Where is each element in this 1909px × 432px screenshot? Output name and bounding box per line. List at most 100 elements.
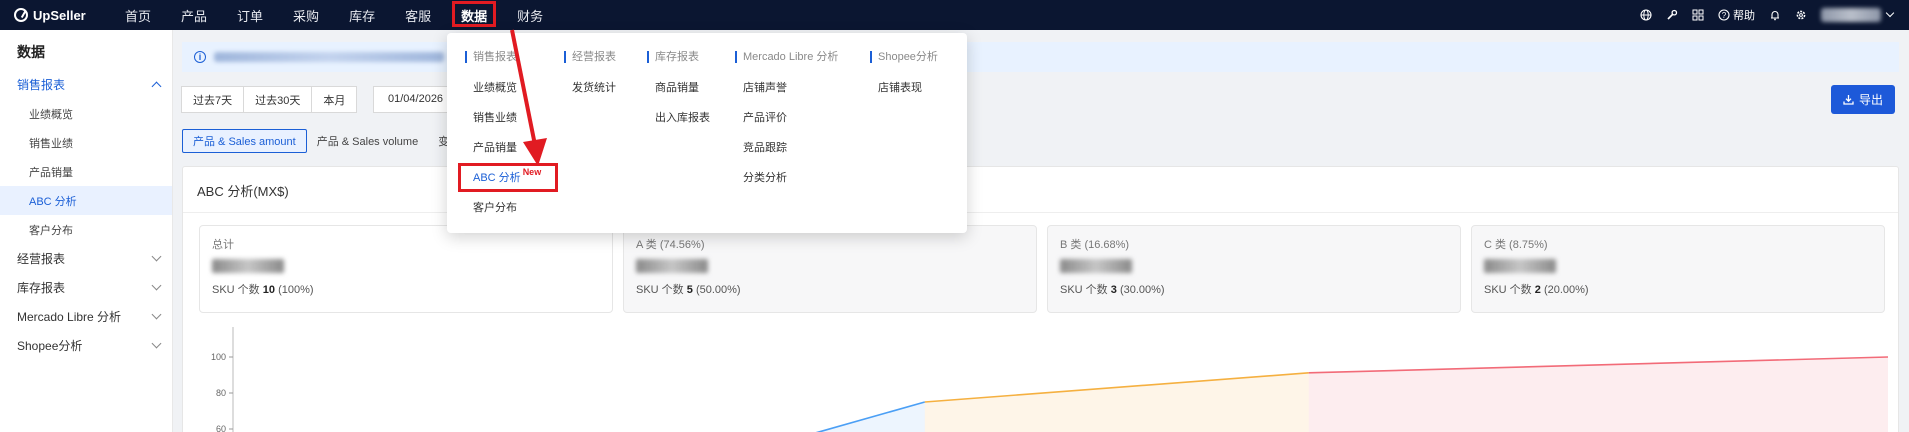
menu-item-stock-in-out[interactable]: 出入库报表 [655, 102, 710, 132]
nav-home[interactable]: 首页 [110, 0, 166, 30]
settings-gear-icon[interactable] [1795, 9, 1807, 21]
dropdown-column-shopee: Shopee分析 店铺表现 [870, 51, 938, 102]
export-button[interactable]: 导出 [1831, 85, 1895, 114]
sku-percent: (30.00%) [1119, 284, 1165, 296]
chevron-down-icon [151, 309, 162, 320]
chevron-down-icon [151, 280, 162, 291]
menu-item-competitor-tracking[interactable]: 竞品跟踪 [743, 132, 838, 162]
sidebar-group-label: Mercado Libre 分析 [17, 310, 122, 324]
y-tick-label: 80 [216, 388, 226, 398]
stat-card-class-b: B 类 (16.68%) SKU 个数 3 (30.00%) [1047, 225, 1461, 313]
dropdown-header: 销售报表 [465, 51, 541, 63]
dropdown-header: Mercado Libre 分析 [735, 51, 838, 63]
sidebar-group-sales[interactable]: 销售报表 [0, 70, 172, 99]
help-icon: ? [1718, 9, 1730, 21]
menu-item-product-reviews[interactable]: 产品评价 [743, 102, 838, 132]
account-name-blurred [1821, 8, 1881, 22]
nav-purchase[interactable]: 采购 [278, 0, 334, 30]
menu-item-item-sales[interactable]: 商品销量 [655, 72, 710, 102]
dimension-tabs: 产品 & Sales amount 产品 & Sales volume 变 [182, 129, 459, 153]
tab-product-sales-amount[interactable]: 产品 & Sales amount [182, 129, 307, 153]
sidebar-group-label: Shopee分析 [17, 339, 83, 353]
sidebar-group-label: 库存报表 [17, 281, 66, 295]
globe-icon[interactable] [1640, 9, 1652, 21]
sidebar-group-operations[interactable]: 经营报表 [0, 244, 172, 273]
stat-footer: SKU 个数 5 (50.00%) [636, 281, 1024, 297]
stat-label: B 类 (16.68%) [1060, 239, 1130, 251]
top-nav: UpSeller 首页 产品 订单 采购 库存 客服 数据 财务 ? 帮助 [0, 0, 1909, 30]
data-menu-dropdown: 销售报表 业绩概览 销售业绩 产品销量 ABC 分析 New 客户分布 经营报表 … [447, 33, 967, 233]
help-link[interactable]: ? 帮助 [1718, 7, 1755, 23]
menu-item-product-sales[interactable]: 产品销量 [473, 132, 541, 162]
menu-item-overview[interactable]: 业绩概览 [473, 72, 541, 102]
app-logo[interactable]: UpSeller [0, 8, 110, 23]
sku-percent: (20.00%) [1543, 284, 1589, 296]
dropdown-header: Shopee分析 [870, 51, 938, 63]
sidebar-item-abc-analysis[interactable]: ABC 分析 [0, 186, 172, 215]
sku-count-label: SKU 个数 [212, 284, 260, 296]
dropdown-column-operations: 经营报表 发货统计 [564, 51, 616, 102]
stat-label: A 类 (74.56%) [636, 239, 705, 251]
sidebar-item-customer-distribution[interactable]: 客户分布 [0, 215, 172, 244]
card-title: ABC 分析(MX$) [197, 184, 289, 199]
abc-analysis-card: ABC 分析(MX$) 总计 SKU 个数 10 (100%) A 类 (74.… [182, 166, 1899, 432]
nav-inventory[interactable]: 库存 [334, 0, 390, 30]
nav-data[interactable]: 数据 [446, 0, 502, 30]
stat-card-total: 总计 SKU 个数 10 (100%) [199, 225, 613, 313]
sidebar-group-mercado[interactable]: Mercado Libre 分析 [0, 302, 172, 331]
sidebar-group-label: 经营报表 [17, 252, 66, 266]
stat-value-blurred [212, 259, 284, 273]
period-selector: 过去7天 过去30天 本月 [181, 86, 358, 113]
nav-orders[interactable]: 订单 [222, 0, 278, 30]
apps-grid-icon[interactable] [1692, 9, 1704, 21]
stat-value-blurred [1484, 259, 1556, 273]
menu-item-store-reputation[interactable]: 店铺声誉 [743, 72, 838, 102]
sku-count-label: SKU 个数 [636, 284, 684, 296]
account-menu[interactable] [1821, 8, 1895, 22]
sidebar-item-product-sales[interactable]: 产品销量 [0, 157, 172, 186]
nav-finance[interactable]: 财务 [502, 0, 558, 30]
divider [183, 212, 1898, 213]
export-label: 导出 [1858, 93, 1883, 107]
stat-value-blurred [1060, 259, 1132, 273]
logo-icon [14, 8, 28, 22]
sku-percent: (100%) [278, 284, 314, 296]
sku-percent: (50.00%) [695, 284, 741, 296]
bell-icon[interactable] [1769, 9, 1781, 21]
stat-footer: SKU 个数 10 (100%) [212, 281, 600, 297]
tab-product-sales-volume[interactable]: 产品 & Sales volume [307, 129, 428, 153]
dropdown-header: 库存报表 [647, 51, 710, 63]
banner-text-blurred [214, 52, 444, 62]
info-icon: i [194, 51, 206, 63]
sidebar-group-inventory[interactable]: 库存报表 [0, 273, 172, 302]
series-c-area [1308, 357, 1888, 432]
sidebar-title: 数据 [17, 44, 45, 60]
sku-count: 10 [262, 284, 275, 296]
pareto-chart: 100 80 60 [211, 327, 1889, 432]
sku-count: 5 [686, 284, 693, 296]
dropdown-column-inventory: 库存报表 商品销量 出入库报表 [647, 51, 710, 132]
nav-service[interactable]: 客服 [390, 0, 446, 30]
chevron-down-icon [1885, 8, 1895, 18]
info-banner: i [182, 42, 1899, 72]
menu-item-customer-distribution[interactable]: 客户分布 [473, 192, 541, 222]
menu-item-shipping-stats[interactable]: 发货统计 [572, 72, 616, 102]
sku-count-label: SKU 个数 [1484, 284, 1532, 296]
dropdown-header: 经营报表 [564, 51, 616, 63]
sku-count: 2 [1534, 284, 1541, 296]
sidebar-item-sales-performance[interactable]: 销售业绩 [0, 128, 172, 157]
abc-analysis-highlight-box [458, 163, 558, 192]
wrench-icon[interactable] [1666, 9, 1678, 21]
nav-products[interactable]: 产品 [166, 0, 222, 30]
sidebar-group-shopee[interactable]: Shopee分析 [0, 331, 172, 360]
menu-item-sales-performance[interactable]: 销售业绩 [473, 102, 541, 132]
period-this-month-button[interactable]: 本月 [311, 86, 358, 113]
menu-item-category-analysis[interactable]: 分类分析 [743, 162, 838, 192]
sidebar-item-overview[interactable]: 业绩概览 [0, 99, 172, 128]
period-7-days-button[interactable]: 过去7天 [181, 86, 245, 113]
stat-card-class-a: A 类 (74.56%) SKU 个数 5 (50.00%) [623, 225, 1037, 313]
period-30-days-button[interactable]: 过去30天 [243, 86, 313, 113]
y-tick-label: 60 [216, 424, 226, 432]
dropdown-column-sales: 销售报表 业绩概览 销售业绩 产品销量 ABC 分析 New 客户分布 [465, 51, 541, 222]
menu-item-store-performance[interactable]: 店铺表现 [878, 72, 938, 102]
